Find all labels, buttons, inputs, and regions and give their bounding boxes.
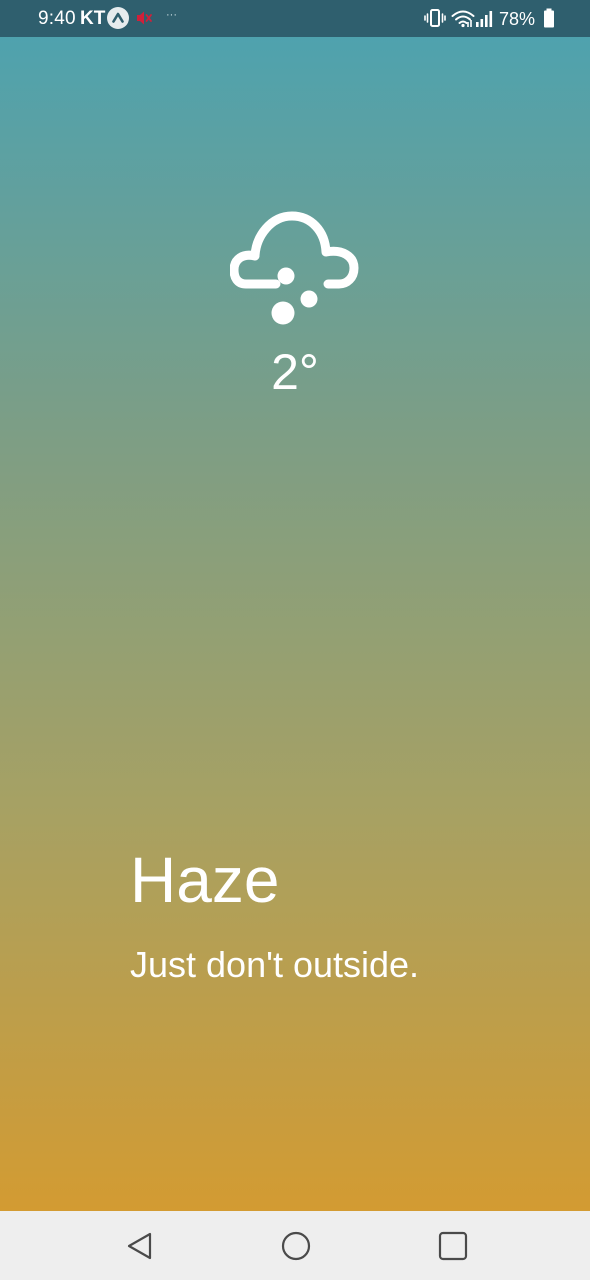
back-button[interactable] bbox=[120, 1226, 160, 1266]
home-icon bbox=[281, 1231, 311, 1261]
recents-button[interactable] bbox=[433, 1226, 473, 1266]
status-carrier: KT bbox=[80, 8, 106, 29]
battery-percent: 78% bbox=[499, 9, 536, 29]
mute-icon bbox=[135, 9, 153, 32]
recents-icon bbox=[438, 1231, 468, 1261]
weather-condition: Haze bbox=[130, 844, 280, 916]
signal-icon bbox=[475, 8, 495, 33]
more-notifications-icon: ··· bbox=[166, 9, 177, 21]
weather-message: Just don't outside. bbox=[130, 944, 420, 985]
home-button[interactable] bbox=[276, 1226, 316, 1266]
haze-cloud-icon bbox=[229, 210, 360, 333]
navigation-bar bbox=[0, 1211, 590, 1280]
back-icon bbox=[127, 1232, 152, 1260]
weather-screen: 2° Haze Just don't outside. bbox=[0, 37, 590, 1211]
vibrate-icon bbox=[424, 8, 446, 33]
status-bar: 9:40 KT ··· 78% bbox=[0, 0, 590, 37]
wifi-icon bbox=[451, 8, 475, 33]
app-notification-icon bbox=[107, 7, 129, 29]
battery-icon bbox=[543, 8, 555, 33]
status-time: 9:40 bbox=[38, 8, 76, 29]
temperature: 2° bbox=[271, 344, 319, 400]
